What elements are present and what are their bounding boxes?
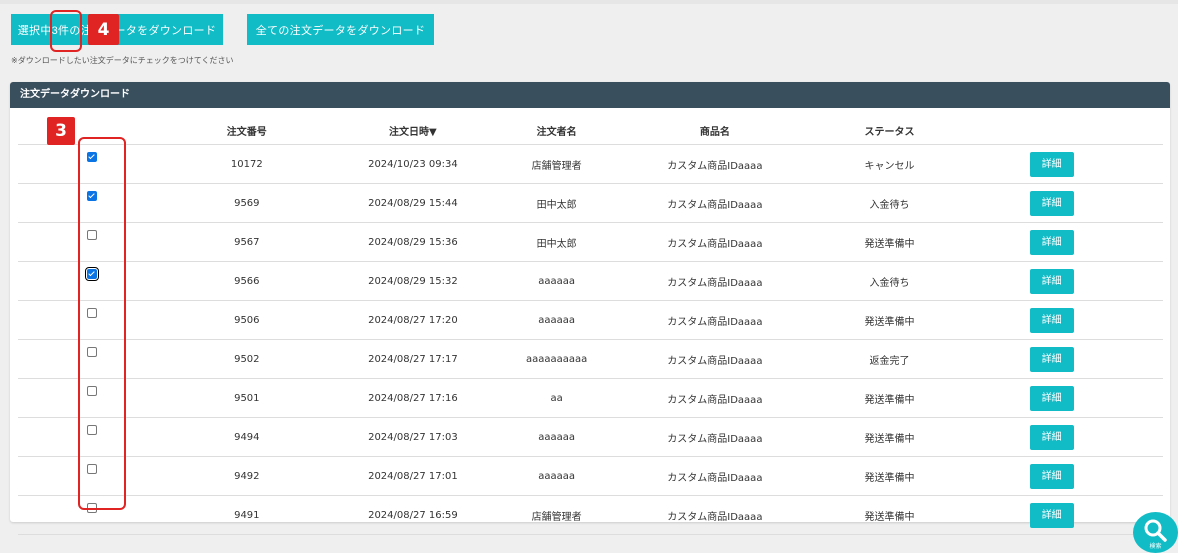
order-date-cell: 2024/08/27 17:20 — [327, 300, 499, 340]
order-number-cell: 9566 — [165, 261, 328, 301]
detail-cell: 詳細 — [964, 417, 1163, 457]
annotation-count-highlight — [50, 10, 82, 52]
status-cell: 発送準備中 — [814, 495, 965, 535]
top-strip — [0, 0, 1178, 4]
table-row: 9567 2024/08/29 15:36 田中太郎 カスタム商品IDaaaa 発送準備… — [18, 222, 1163, 262]
detail-button[interactable]: 詳細 — [1029, 463, 1074, 489]
panel-title: 注文データダウンロード — [10, 82, 1170, 108]
detail-cell: 詳細 — [964, 339, 1163, 379]
detail-button[interactable]: 詳細 — [1029, 385, 1074, 411]
product-cell: カスタム商品IDaaaa — [615, 417, 815, 457]
product-cell: カスタム商品IDaaaa — [615, 456, 815, 496]
status-cell: 返金完了 — [814, 339, 965, 379]
order-date-cell: 2024/08/27 16:59 — [327, 495, 499, 535]
detail-cell: 詳細 — [964, 144, 1163, 184]
col-header-order-date[interactable]: 注文日時▼ — [327, 116, 499, 145]
status-cell: 発送準備中 — [814, 222, 965, 262]
status-cell: 入金待ち — [814, 261, 965, 301]
product-cell: カスタム商品IDaaaa — [615, 222, 815, 262]
product-cell: カスタム商品IDaaaa — [615, 339, 815, 379]
order-date-cell: 2024/08/29 15:32 — [327, 261, 499, 301]
product-cell: カスタム商品IDaaaa — [615, 300, 815, 340]
col-header-status[interactable]: ステータス — [814, 116, 965, 145]
customer-cell: aaaaaaaaaa — [498, 339, 616, 379]
table-row: 10172 2024/10/23 09:34 店舗管理者 カスタム商品IDaaaa キャ… — [18, 144, 1163, 184]
product-cell: カスタム商品IDaaaa — [615, 144, 815, 184]
col-header-product[interactable]: 商品名 — [615, 116, 815, 145]
order-date-cell: 2024/08/27 17:16 — [327, 378, 499, 418]
table-row: 9566 2024/08/29 15:32 aaaaaa カスタム商品IDaaaa 入金… — [18, 261, 1163, 301]
order-date-cell: 2024/08/29 15:44 — [327, 183, 499, 223]
detail-cell: 詳細 — [964, 300, 1163, 340]
status-cell: 発送準備中 — [814, 300, 965, 340]
customer-cell: 田中太郎 — [498, 183, 616, 223]
customer-cell: aaaaaa — [498, 261, 616, 301]
detail-cell: 詳細 — [964, 222, 1163, 262]
order-number-cell: 9569 — [165, 183, 328, 223]
table-row: 9492 2024/08/27 17:01 aaaaaa カスタム商品IDaaaa 発送… — [18, 456, 1163, 496]
download-hint-text: ※ダウンロードしたい注文データにチェックをつけてください — [11, 56, 234, 65]
order-download-panel: 注文データダウンロード 注文番号 注文日時▼ 注文者名 商品名 ステータス 10… — [10, 82, 1170, 535]
status-cell: キャンセル — [814, 144, 965, 184]
customer-cell: 店舗管理者 — [498, 144, 616, 184]
detail-button[interactable]: 詳細 — [1029, 229, 1074, 255]
download-all-button[interactable]: 全ての注文データをダウンロード — [247, 14, 434, 45]
status-cell: 入金待ち — [814, 183, 965, 223]
detail-button[interactable]: 詳細 — [1029, 151, 1074, 177]
detail-button[interactable]: 詳細 — [1029, 190, 1074, 216]
table-header-row: 注文番号 注文日時▼ 注文者名 商品名 ステータス — [18, 116, 1163, 145]
search-fab-label: 検索 — [1149, 543, 1162, 550]
order-number-cell: 9502 — [165, 339, 328, 379]
order-date-cell: 2024/08/27 17:01 — [327, 456, 499, 496]
order-date-cell: 2024/08/29 15:36 — [327, 222, 499, 262]
order-number-cell: 9494 — [165, 417, 328, 457]
product-cell: カスタム商品IDaaaa — [615, 183, 815, 223]
detail-button[interactable]: 詳細 — [1029, 268, 1074, 294]
detail-button[interactable]: 詳細 — [1029, 307, 1074, 333]
customer-cell: aa — [498, 378, 616, 418]
col-header-order-number[interactable]: 注文番号 — [165, 116, 328, 145]
detail-button[interactable]: 詳細 — [1029, 502, 1074, 528]
detail-button[interactable]: 詳細 — [1029, 424, 1074, 450]
product-cell: カスタム商品IDaaaa — [615, 378, 815, 418]
table-row: 9506 2024/08/27 17:20 aaaaaa カスタム商品IDaaaa 発送… — [18, 300, 1163, 340]
status-cell: 発送準備中 — [814, 417, 965, 457]
table-row: 9491 2024/08/27 16:59 店舗管理者 カスタム商品IDaaaa 発送準… — [18, 495, 1163, 535]
order-number-cell: 9501 — [165, 378, 328, 418]
table-row: 9502 2024/08/27 17:17 aaaaaaaaaa カスタム商品IDaa… — [18, 339, 1163, 379]
customer-cell: aaaaaa — [498, 456, 616, 496]
detail-cell: 詳細 — [964, 456, 1163, 496]
col-header-detail — [964, 116, 1163, 145]
customer-cell: 田中太郎 — [498, 222, 616, 262]
detail-cell: 詳細 — [964, 378, 1163, 418]
order-number-cell: 9506 — [165, 300, 328, 340]
magnifier-icon — [1144, 519, 1167, 542]
customer-cell: aaaaaa — [498, 300, 616, 340]
detail-button[interactable]: 詳細 — [1029, 346, 1074, 372]
order-number-cell: 10172 — [165, 144, 328, 184]
annotation-badge-4: 4 — [88, 14, 119, 45]
table-row: 9569 2024/08/29 15:44 田中太郎 カスタム商品IDaaaa 入金待ち… — [18, 183, 1163, 223]
order-date-cell: 2024/08/27 17:17 — [327, 339, 499, 379]
detail-cell: 詳細 — [964, 261, 1163, 301]
col-header-customer[interactable]: 注文者名 — [498, 116, 616, 145]
product-cell: カスタム商品IDaaaa — [615, 495, 815, 535]
order-number-cell: 9567 — [165, 222, 328, 262]
order-number-cell: 9492 — [165, 456, 328, 496]
table-row: 9501 2024/08/27 17:16 aa カスタム商品IDaaaa 発送準備中 詳… — [18, 378, 1163, 418]
detail-cell: 詳細 — [964, 183, 1163, 223]
status-cell: 発送準備中 — [814, 378, 965, 418]
status-cell: 発送準備中 — [814, 456, 965, 496]
annotation-checkbox-highlight — [78, 137, 126, 510]
order-table: 注文番号 注文日時▼ 注文者名 商品名 ステータス 10172 2024/10/2… — [18, 116, 1163, 535]
order-number-cell: 9491 — [165, 495, 328, 535]
search-fab-button[interactable]: 検索 — [1133, 512, 1178, 553]
annotation-badge-3: 3 — [47, 117, 75, 145]
table-row: 9494 2024/08/27 17:03 aaaaaa カスタム商品IDaaaa 発送… — [18, 417, 1163, 457]
order-date-cell: 2024/08/27 17:03 — [327, 417, 499, 457]
customer-cell: 店舗管理者 — [498, 495, 616, 535]
customer-cell: aaaaaa — [498, 417, 616, 457]
order-date-cell: 2024/10/23 09:34 — [327, 144, 499, 184]
product-cell: カスタム商品IDaaaa — [615, 261, 815, 301]
